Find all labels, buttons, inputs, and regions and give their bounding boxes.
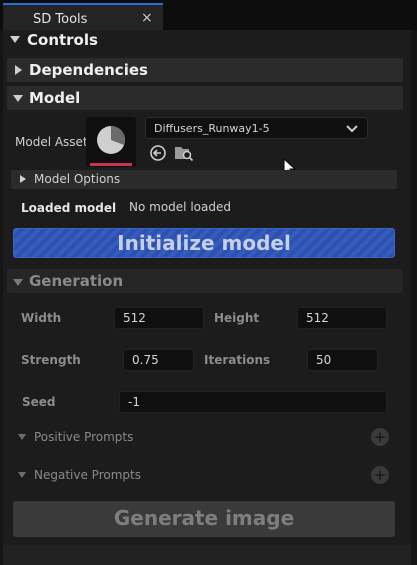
width-field[interactable]: 512: [114, 307, 204, 329]
collapse-generation-icon[interactable]: [13, 279, 23, 286]
seed-label: Seed: [22, 395, 56, 409]
collapse-model-icon[interactable]: [13, 95, 23, 102]
expand-negative-prompts-icon[interactable]: [18, 472, 26, 478]
tab-title: SD Tools: [33, 12, 88, 27]
generation-header[interactable]: Generation: [29, 272, 123, 290]
positive-prompts-label[interactable]: Positive Prompts: [34, 430, 133, 444]
strength-field[interactable]: 0.75: [123, 349, 194, 371]
add-positive-prompt-icon[interactable]: +: [371, 428, 389, 446]
iterations-field[interactable]: 50: [307, 349, 378, 371]
controls-header[interactable]: Controls: [27, 31, 98, 49]
initialize-model-button[interactable]: Initialize model: [13, 228, 395, 258]
model-asset-label: Model Asset: [15, 135, 88, 149]
model-header[interactable]: Model: [29, 89, 80, 107]
panel-footer: [3, 545, 411, 565]
model-options-label[interactable]: Model Options: [34, 172, 120, 186]
negative-prompts-label[interactable]: Negative Prompts: [34, 468, 141, 482]
model-asset-value: Diffusers_Runway1-5: [154, 122, 270, 135]
loaded-model-value: No model loaded: [129, 200, 231, 214]
asset-thumbnail-icon: [90, 126, 132, 166]
collapse-controls-icon[interactable]: [10, 36, 20, 43]
height-field[interactable]: 512: [297, 307, 387, 329]
strength-label: Strength: [21, 353, 81, 367]
iterations-label: Iterations: [204, 353, 271, 367]
tab-sd-tools[interactable]: SD Tools ×: [3, 3, 163, 30]
height-label: Height: [214, 311, 260, 325]
use-selected-asset-icon[interactable]: [149, 144, 167, 162]
expand-model-options-icon[interactable]: [20, 175, 26, 183]
seed-field[interactable]: -1: [119, 391, 387, 413]
expand-dependencies-icon[interactable]: [15, 65, 22, 75]
generate-image-button[interactable]: Generate image: [13, 501, 395, 537]
browse-asset-icon[interactable]: [174, 144, 194, 162]
add-negative-prompt-icon[interactable]: +: [371, 466, 389, 484]
model-asset-thumbnail[interactable]: [86, 117, 136, 167]
model-asset-dropdown[interactable]: Diffusers_Runway1-5: [145, 117, 368, 139]
width-label: Width: [21, 311, 62, 325]
close-icon[interactable]: ×: [141, 10, 153, 26]
dependencies-header[interactable]: Dependencies: [29, 61, 148, 79]
chevron-down-icon: [346, 125, 358, 133]
loaded-model-label: Loaded model: [21, 201, 117, 215]
expand-positive-prompts-icon[interactable]: [18, 434, 26, 440]
